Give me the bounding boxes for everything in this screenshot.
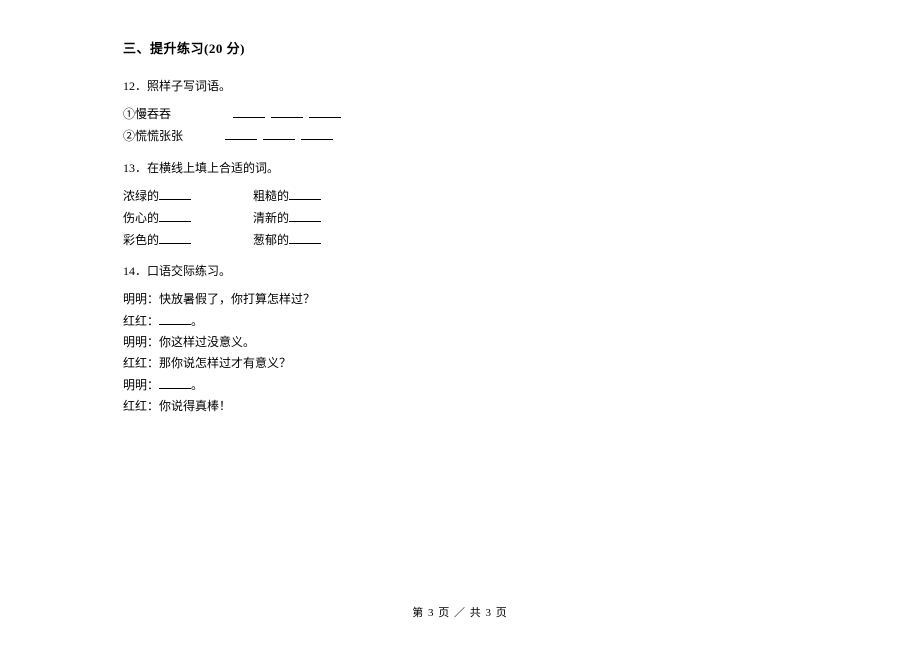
q12-prompt-text: 照样子写词语。 <box>147 79 231 93</box>
q12-item-1: ①慢吞吞 <box>123 107 171 121</box>
q14-prompt-text: 口语交际练习。 <box>147 264 231 278</box>
blank-field[interactable] <box>159 208 191 222</box>
q13-number: 13． <box>123 161 147 175</box>
blank-field[interactable] <box>225 126 257 140</box>
dialogue-line: 红红： 。 <box>123 311 600 331</box>
section-title: 三、提升练习(20 分) <box>123 38 600 57</box>
dialogue-text: 明明：快放暑假了，你打算怎样过？ <box>123 292 315 306</box>
blank-field[interactable] <box>159 375 191 389</box>
blank-field[interactable] <box>159 186 191 200</box>
q13-right-1: 粗糙的 <box>253 189 289 203</box>
q12-item-2: ②慌慌张张 <box>123 129 183 143</box>
blank-field[interactable] <box>301 126 333 140</box>
q13-row-3: 彩色的 葱郁的 <box>123 230 600 250</box>
q14-number: 14． <box>123 264 147 278</box>
dialogue-line: 红红：那你说怎样过才有意义？ <box>123 354 600 373</box>
blank-field[interactable] <box>263 126 295 140</box>
question-12-prompt: 12．照样子写词语。 <box>123 77 600 96</box>
blank-field[interactable] <box>289 186 321 200</box>
blank-field[interactable] <box>233 104 265 118</box>
q13-left-3: 彩色的 <box>123 233 159 247</box>
q12-row-2: ②慌慌张张 <box>123 126 600 146</box>
dialogue-text: 明明： <box>123 378 159 392</box>
dialogue-line: 红红：你说得真棒！ <box>123 397 600 416</box>
dialogue-suffix: 。 <box>191 314 203 328</box>
q13-left-2: 伤心的 <box>123 211 159 225</box>
dialogue-text: 红红： <box>123 314 159 328</box>
q12-number: 12． <box>123 79 147 93</box>
dialogue-line: 明明： 。 <box>123 375 600 395</box>
blank-field[interactable] <box>289 208 321 222</box>
blank-field[interactable] <box>159 230 191 244</box>
blank-field[interactable] <box>159 311 191 325</box>
blank-field[interactable] <box>309 104 341 118</box>
page-content: 三、提升练习(20 分) 12．照样子写词语。 ①慢吞吞 ②慌慌张张 13．在横… <box>0 0 600 417</box>
q13-right-3: 葱郁的 <box>253 233 289 247</box>
blank-field[interactable] <box>289 230 321 244</box>
q13-row-2: 伤心的 清新的 <box>123 208 600 228</box>
dialogue-text: 红红：你说得真棒！ <box>123 399 231 413</box>
dialogue-line: 明明：你这样过没意义。 <box>123 333 600 352</box>
q12-row-1: ①慢吞吞 <box>123 104 600 124</box>
dialogue-text: 明明：你这样过没意义。 <box>123 335 255 349</box>
q13-right-2: 清新的 <box>253 211 289 225</box>
page-footer: 第 3 页 ／ 共 3 页 <box>0 604 920 620</box>
q13-left-1: 浓绿的 <box>123 189 159 203</box>
q13-prompt-text: 在横线上填上合适的词。 <box>147 161 279 175</box>
question-14-prompt: 14．口语交际练习。 <box>123 262 600 281</box>
dialogue-text: 红红：那你说怎样过才有意义？ <box>123 356 291 370</box>
question-13-prompt: 13．在横线上填上合适的词。 <box>123 159 600 178</box>
q13-row-1: 浓绿的 粗糙的 <box>123 186 600 206</box>
dialogue-line: 明明：快放暑假了，你打算怎样过？ <box>123 290 600 309</box>
dialogue-suffix: 。 <box>191 378 203 392</box>
blank-field[interactable] <box>271 104 303 118</box>
